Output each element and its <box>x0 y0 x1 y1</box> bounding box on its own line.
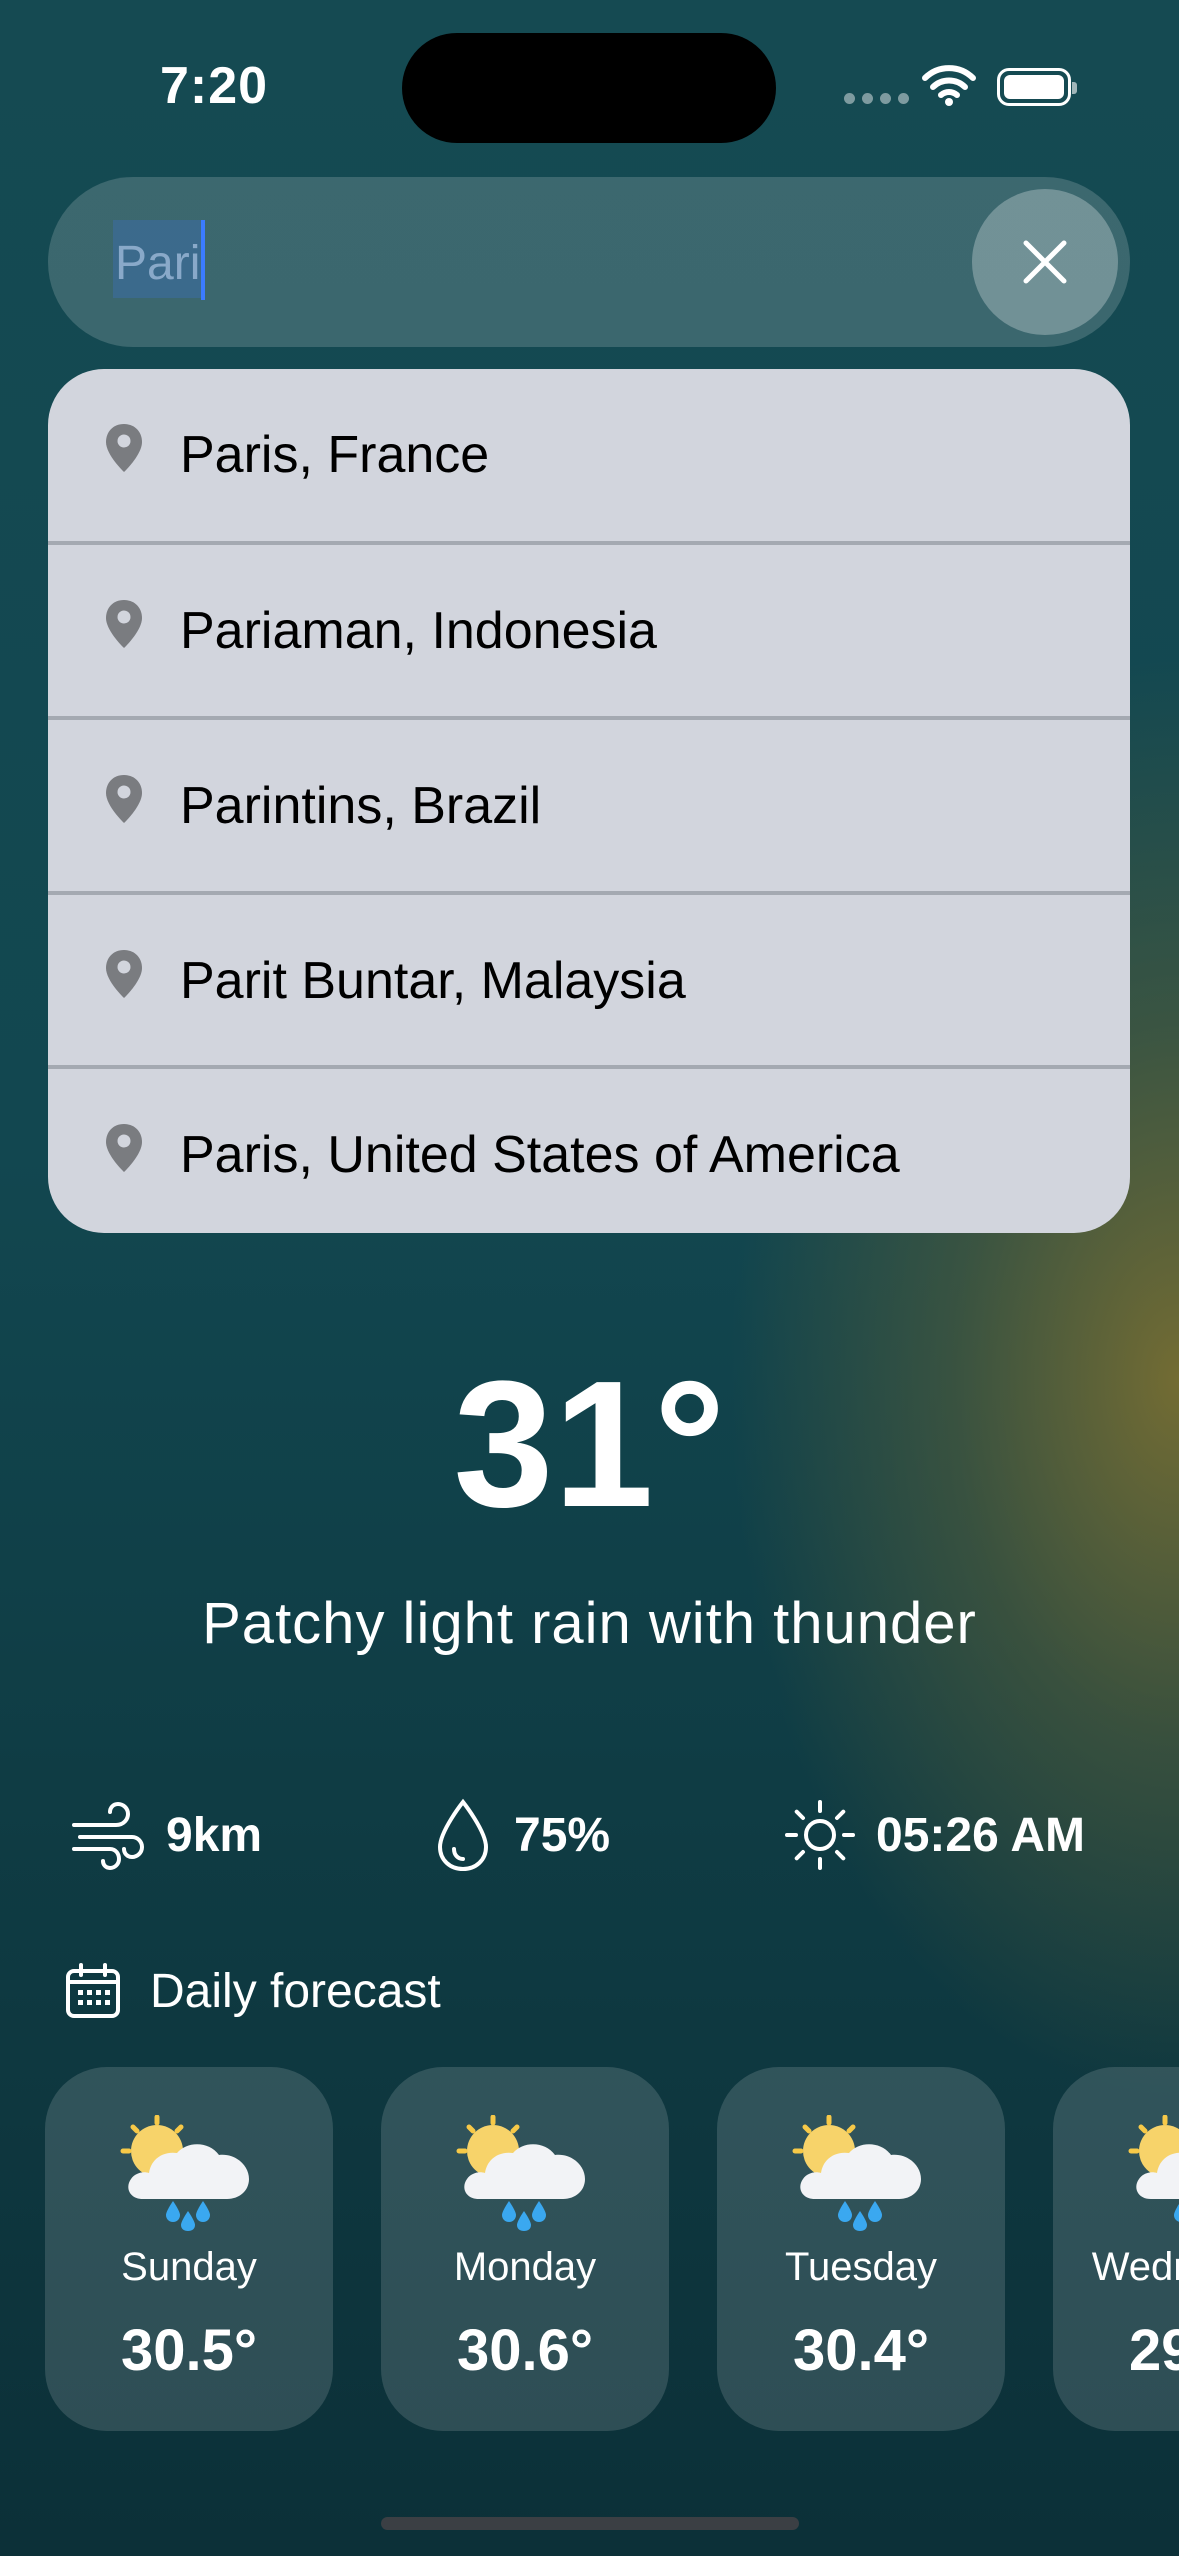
battery-icon <box>997 68 1077 106</box>
location-pin-icon <box>106 1124 142 1172</box>
calendar-icon <box>66 1963 120 2018</box>
sunrise-stat: 05:26 AM <box>784 1795 1085 1875</box>
search-bar <box>48 177 1130 347</box>
forecast-day-card[interactable]: Wednesday 29.9° <box>1053 2067 1179 2431</box>
suggestion-label: Pariaman, Indonesia <box>180 602 657 660</box>
location-pin-icon <box>106 775 142 823</box>
forecast-day-card[interactable]: Monday 30.6° <box>381 2067 669 2431</box>
forecast-day-name: Sunday <box>121 2245 257 2289</box>
daily-forecast-title: Daily forecast <box>150 1964 441 2018</box>
sun-icon <box>785 1800 855 1870</box>
suggestion-item[interactable]: Pariaman, Indonesia <box>48 545 1130 717</box>
status-time: 7:20 <box>160 57 269 115</box>
droplet-icon <box>437 1798 489 1872</box>
wind-stat: 9km <box>70 1795 262 1875</box>
sunrise-value: 05:26 AM <box>876 1808 1085 1862</box>
suggestion-item[interactable]: Paris, United States of America <box>48 1069 1130 1233</box>
forecast-day-name: Tuesday <box>785 2245 937 2289</box>
humidity-value: 75% <box>514 1808 611 1862</box>
sun-rain-cloud-icon <box>456 2115 585 2231</box>
suggestion-item[interactable]: Paris, France <box>48 369 1130 541</box>
forecast-day-temp: 30.6° <box>456 2318 594 2383</box>
wifi-icon <box>922 65 976 106</box>
suggestion-label: Parintins, Brazil <box>180 777 542 835</box>
wind-value: 9km <box>166 1808 263 1862</box>
forecast-day-temp: 30.4° <box>792 2318 930 2383</box>
daily-forecast-header: Daily forecast <box>64 1962 441 2020</box>
text-selection-highlight <box>113 220 205 298</box>
humidity-stat: 75% <box>432 1795 610 1875</box>
forecast-day-name: Monday <box>453 2245 597 2289</box>
location-pin-icon <box>106 424 142 472</box>
forecast-day-card[interactable]: Tuesday 30.4° <box>717 2067 1005 2431</box>
current-temperature: 31° <box>453 1344 726 1545</box>
suggestion-item[interactable]: Parit Buntar, Malaysia <box>48 895 1130 1067</box>
clear-search-button[interactable] <box>972 189 1118 335</box>
location-pin-icon <box>106 950 142 998</box>
location-pin-icon <box>106 600 142 648</box>
cellular-signal-icon <box>844 93 909 104</box>
forecast-day-temp: 30.5° <box>120 2318 258 2383</box>
sun-rain-cloud-icon <box>120 2115 249 2231</box>
suggestion-label: Paris, United States of America <box>180 1126 900 1184</box>
home-indicator[interactable] <box>381 2517 799 2530</box>
search-suggestions-list: Paris, France Pariaman, Indonesia Parint… <box>48 369 1130 1233</box>
sun-rain-cloud-icon <box>792 2115 921 2231</box>
suggestion-item[interactable]: Parintins, Brazil <box>48 720 1130 892</box>
sun-rain-cloud-icon <box>1128 2115 1179 2222</box>
status-bar: 7:20 <box>0 0 1179 170</box>
weather-condition: Patchy light rain with thunder <box>202 1591 977 1656</box>
suggestion-label: Parit Buntar, Malaysia <box>180 952 686 1010</box>
wind-icon <box>72 1801 145 1871</box>
forecast-day-card[interactable]: Sunday 30.5° <box>45 2067 333 2431</box>
close-icon <box>1023 240 1067 284</box>
forecast-day-temp: 29.9° <box>1128 2318 1179 2383</box>
dynamic-island <box>402 33 776 143</box>
forecast-day-name: Wednesday <box>1091 2245 1179 2289</box>
suggestion-label: Paris, France <box>180 426 490 484</box>
text-cursor <box>201 220 205 300</box>
search-input[interactable] <box>113 222 917 304</box>
